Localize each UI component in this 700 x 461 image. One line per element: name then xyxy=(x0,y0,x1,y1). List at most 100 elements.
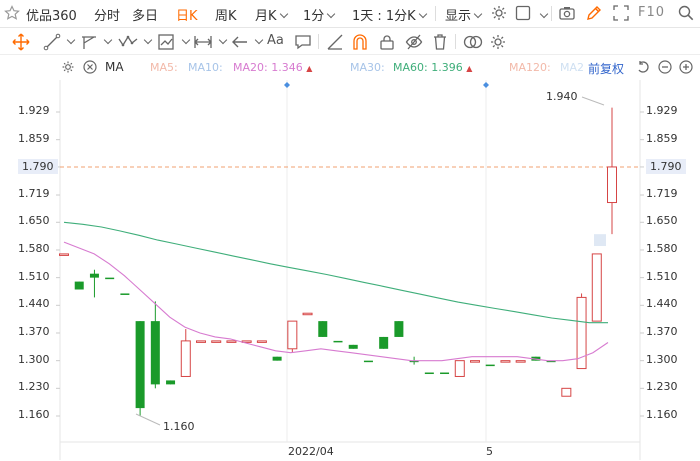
chevron-down-icon[interactable] xyxy=(66,35,76,45)
line-tool-icon[interactable] xyxy=(43,33,61,55)
compare-icon[interactable] xyxy=(462,33,484,55)
hide-icon[interactable] xyxy=(405,33,423,55)
candle-body xyxy=(196,340,206,343)
lock-icon[interactable] xyxy=(378,33,396,55)
settings-icon[interactable] xyxy=(489,33,507,55)
arrow-left-icon[interactable] xyxy=(231,33,249,55)
candle-body xyxy=(180,340,191,377)
comment-icon[interactable] xyxy=(294,33,312,55)
ruler-icon[interactable] xyxy=(326,33,344,55)
chevron-down-icon xyxy=(279,9,288,19)
candle-body xyxy=(59,253,69,256)
top-toolbar: 优品360 分时 多日 日K 周K 月K 1分 1天 : 1分K 显示 F10 xyxy=(0,0,700,28)
ma60-text: MA60: 1.396 xyxy=(393,61,463,74)
gear-icon[interactable] xyxy=(490,4,508,26)
trend-tool-icon[interactable] xyxy=(80,33,98,55)
candle-body xyxy=(74,281,84,290)
candle-body xyxy=(89,273,99,278)
wave-tool-icon[interactable] xyxy=(118,33,138,55)
tab-daily-k[interactable]: 日K xyxy=(176,5,198,24)
trash-icon[interactable] xyxy=(431,33,449,55)
ma250-value: MA2 xyxy=(560,61,585,74)
y-tick-left: 1.230 xyxy=(18,380,50,394)
candle-body xyxy=(348,344,358,349)
candle-body xyxy=(256,340,267,343)
checkbox-icon[interactable] xyxy=(514,4,532,26)
max-leader-line xyxy=(581,96,605,106)
measure-icon[interactable] xyxy=(193,33,213,55)
candle-body xyxy=(424,372,434,375)
candle-body xyxy=(500,360,511,363)
undo-icon[interactable] xyxy=(636,60,650,77)
candle-body xyxy=(135,321,145,409)
up-arrow-icon: ▲ xyxy=(306,64,313,73)
chevron-down-icon[interactable] xyxy=(181,35,191,45)
chevron-down-icon xyxy=(418,9,427,19)
ma-label: MA xyxy=(105,60,124,74)
tab-multi-day[interactable]: 多日 xyxy=(132,5,158,24)
tab-minute[interactable]: 分时 xyxy=(94,5,120,24)
crosshair-highlight xyxy=(594,234,606,247)
y-tick-left: 1.790 xyxy=(18,158,58,174)
candle-body xyxy=(531,356,541,361)
max-price-label: 1.940 xyxy=(546,90,578,103)
ma20-value: MA20: 1.346 ▲ xyxy=(233,61,312,74)
candle-body xyxy=(150,321,160,385)
candle-body xyxy=(546,360,556,363)
display-select[interactable]: 显示 xyxy=(445,5,483,24)
y-tick-right: 1.510 xyxy=(646,269,678,283)
chevron-down-icon xyxy=(327,9,336,19)
star-icon[interactable] xyxy=(4,5,20,25)
y-tick-right: 1.650 xyxy=(646,214,678,228)
minus-icon[interactable] xyxy=(658,60,672,77)
chevron-down-icon[interactable] xyxy=(218,35,228,45)
magnet-icon[interactable] xyxy=(351,33,369,55)
close-icon[interactable] xyxy=(83,60,97,77)
stock-name: 优品360 xyxy=(26,9,77,24)
min-price-label: 1.160 xyxy=(163,420,195,433)
y-tick-right: 1.790 xyxy=(646,158,686,174)
chevron-down-icon[interactable] xyxy=(143,35,153,45)
y-tick-left: 1.859 xyxy=(18,131,50,145)
adjust-button[interactable]: 前复权 xyxy=(588,60,624,77)
chevron-down-icon[interactable] xyxy=(539,9,549,19)
chevron-down-icon[interactable] xyxy=(254,35,264,45)
candle-body xyxy=(394,321,404,337)
candle-body xyxy=(120,293,130,295)
camera-icon[interactable] xyxy=(558,4,576,26)
candle-body xyxy=(379,336,389,349)
y-tick-right: 1.859 xyxy=(646,131,678,145)
candle-body xyxy=(591,253,602,322)
divider xyxy=(318,34,319,49)
f10-button[interactable]: F10 xyxy=(638,5,665,20)
y-tick-right: 1.440 xyxy=(646,297,678,311)
x-label-may: 5 xyxy=(486,445,493,458)
y-tick-left: 1.929 xyxy=(18,104,50,117)
candle-body xyxy=(226,340,237,343)
candle-body xyxy=(470,360,480,363)
fullscreen-icon[interactable] xyxy=(612,4,630,26)
candle-body xyxy=(287,320,298,350)
search-icon[interactable] xyxy=(677,4,695,26)
y-tick-right: 1.719 xyxy=(646,187,678,201)
move-icon[interactable] xyxy=(12,33,30,55)
min-leader-line xyxy=(135,413,161,426)
range-select[interactable]: 1天 : 1分K xyxy=(352,5,427,24)
tab-weekly-k[interactable]: 周K xyxy=(215,5,237,24)
candle-body xyxy=(272,356,282,361)
display-label: 显示 xyxy=(445,9,472,24)
period-select[interactable]: 1分 xyxy=(303,5,336,24)
pencil-icon[interactable] xyxy=(585,4,603,26)
ma-legend-row: MA MA5: MA10: MA20: 1.346 ▲ MA30: MA60: … xyxy=(0,57,700,79)
chart-tool-icon[interactable] xyxy=(157,33,175,55)
text-tool-icon[interactable]: Aa xyxy=(267,33,284,48)
chevron-down-icon[interactable] xyxy=(103,35,113,45)
y-tick-right: 1.300 xyxy=(646,352,678,366)
tab-monthly-k[interactable]: 月K xyxy=(255,5,288,24)
settings-icon[interactable] xyxy=(61,60,75,77)
drawing-toolbar: Aa xyxy=(0,29,700,55)
candle-body xyxy=(485,364,495,367)
y-tick-left: 1.440 xyxy=(18,297,50,311)
plus-icon[interactable] xyxy=(679,60,693,77)
range-value: 1天 : 1分K xyxy=(352,9,416,24)
